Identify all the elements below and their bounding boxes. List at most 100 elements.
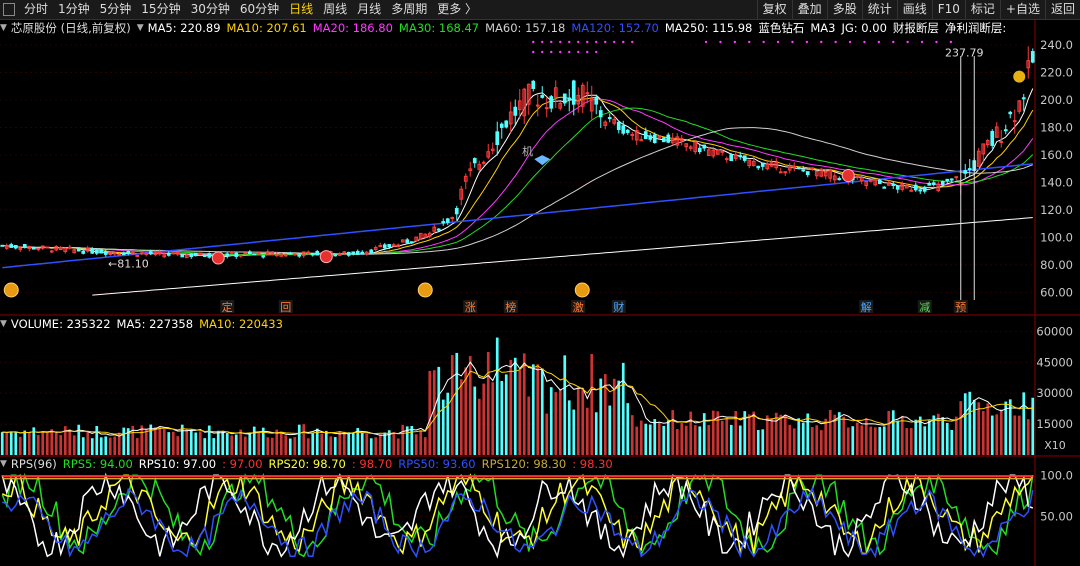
volume-bar xyxy=(927,420,931,455)
volume-bar xyxy=(972,399,976,455)
volume-bar xyxy=(347,432,351,455)
event-label: 定 xyxy=(222,300,233,314)
volume-bar xyxy=(770,418,774,455)
volume-bar xyxy=(644,423,648,455)
volume-bar xyxy=(90,438,94,455)
candle-body xyxy=(837,178,842,181)
volume-bar xyxy=(837,412,841,455)
volume-bar xyxy=(419,430,423,455)
volume-bar xyxy=(581,388,585,455)
volume-bar xyxy=(842,416,846,455)
dot-marker xyxy=(704,40,708,44)
candle-body xyxy=(967,168,972,171)
volume-bar xyxy=(455,352,459,455)
volume-bar xyxy=(684,425,688,455)
volume-bar xyxy=(45,432,49,455)
candle-body xyxy=(1008,111,1013,115)
candle-body xyxy=(436,228,441,231)
candle-body xyxy=(783,171,788,174)
volume-bar xyxy=(293,437,297,455)
candle-body xyxy=(247,251,252,254)
volume-bar xyxy=(981,411,985,455)
candle-body xyxy=(450,217,455,220)
candle-body xyxy=(805,171,810,176)
volume-bar xyxy=(576,387,580,455)
volume-bar xyxy=(482,383,486,455)
candle-body xyxy=(598,110,603,118)
volume-bar xyxy=(212,438,216,455)
dot-marker xyxy=(631,40,634,44)
volume-bar xyxy=(648,424,652,455)
volume-bar xyxy=(243,436,247,455)
candle-body xyxy=(180,254,185,258)
volume-bar xyxy=(941,417,945,455)
candle-body xyxy=(801,169,806,172)
candle-body xyxy=(877,179,882,185)
candle-body xyxy=(103,251,108,255)
volume-bar xyxy=(266,437,270,455)
candle-body xyxy=(990,130,995,146)
vol_axis-tick: 45000 xyxy=(1036,355,1073,369)
dot-marker xyxy=(559,50,562,54)
dot-marker xyxy=(805,40,809,44)
candle-body xyxy=(144,252,149,255)
high-label: 237.79 xyxy=(945,46,984,59)
volume-bar xyxy=(194,432,198,455)
price_axis-tick: 200.0 xyxy=(1040,93,1073,107)
volume-bar xyxy=(792,428,796,455)
candle-body xyxy=(594,96,599,105)
candle-body xyxy=(283,254,288,257)
volume-bar xyxy=(54,432,58,455)
volume-bar xyxy=(909,428,913,455)
volume-bar xyxy=(680,423,684,455)
volume-bar xyxy=(558,389,562,455)
volume-bar xyxy=(689,411,693,455)
candle-body xyxy=(927,182,932,186)
candle-body xyxy=(792,165,797,168)
event-label: 解 xyxy=(861,300,872,314)
volume-bar xyxy=(81,437,85,455)
volume-bar xyxy=(671,410,675,455)
volume-bar xyxy=(333,437,337,455)
candle-body xyxy=(292,253,297,256)
volume-bar xyxy=(891,410,895,455)
candle-body xyxy=(540,95,545,98)
candle-body xyxy=(234,252,239,257)
signal-ball-icon xyxy=(319,250,333,264)
volume-bar xyxy=(675,429,679,455)
volume-bar xyxy=(567,400,571,455)
candle-body xyxy=(567,97,572,100)
volume-bar xyxy=(72,435,76,455)
volume-bar xyxy=(0,432,4,455)
candle-body xyxy=(621,125,626,134)
volume-bar xyxy=(729,424,733,455)
candle-body xyxy=(238,254,243,257)
candle-body xyxy=(913,184,918,191)
candle-body xyxy=(544,107,549,110)
volume-bar xyxy=(68,429,72,455)
candle-body xyxy=(126,251,131,254)
stock-chart[interactable]: 240.0 220.0 200.0 180.0 160.0 140.0 120.0 100.0… xyxy=(0,0,1080,566)
volume-bar xyxy=(846,427,850,455)
dot-marker xyxy=(892,40,895,44)
volume-bar xyxy=(162,429,166,455)
dot-marker xyxy=(733,40,737,44)
dot-marker xyxy=(848,40,852,44)
volume-bar xyxy=(504,374,508,455)
dot-marker xyxy=(791,40,794,44)
candle-body xyxy=(360,251,365,255)
rps_axis-tick: 50.00 xyxy=(1040,510,1073,524)
volume-bar xyxy=(437,366,441,455)
volume-bar xyxy=(923,426,927,455)
candle-body xyxy=(445,218,450,223)
dot-marker xyxy=(586,50,589,54)
volume-bar xyxy=(198,431,202,455)
candle-body xyxy=(495,131,500,145)
rps_axis-tick: 100.0 xyxy=(1040,468,1073,482)
volume-bar xyxy=(252,426,256,455)
volume-bar xyxy=(500,380,504,455)
volume-bar xyxy=(369,438,373,455)
candle-body xyxy=(117,253,122,256)
volume-bar xyxy=(527,396,531,455)
candle-body xyxy=(729,154,734,162)
